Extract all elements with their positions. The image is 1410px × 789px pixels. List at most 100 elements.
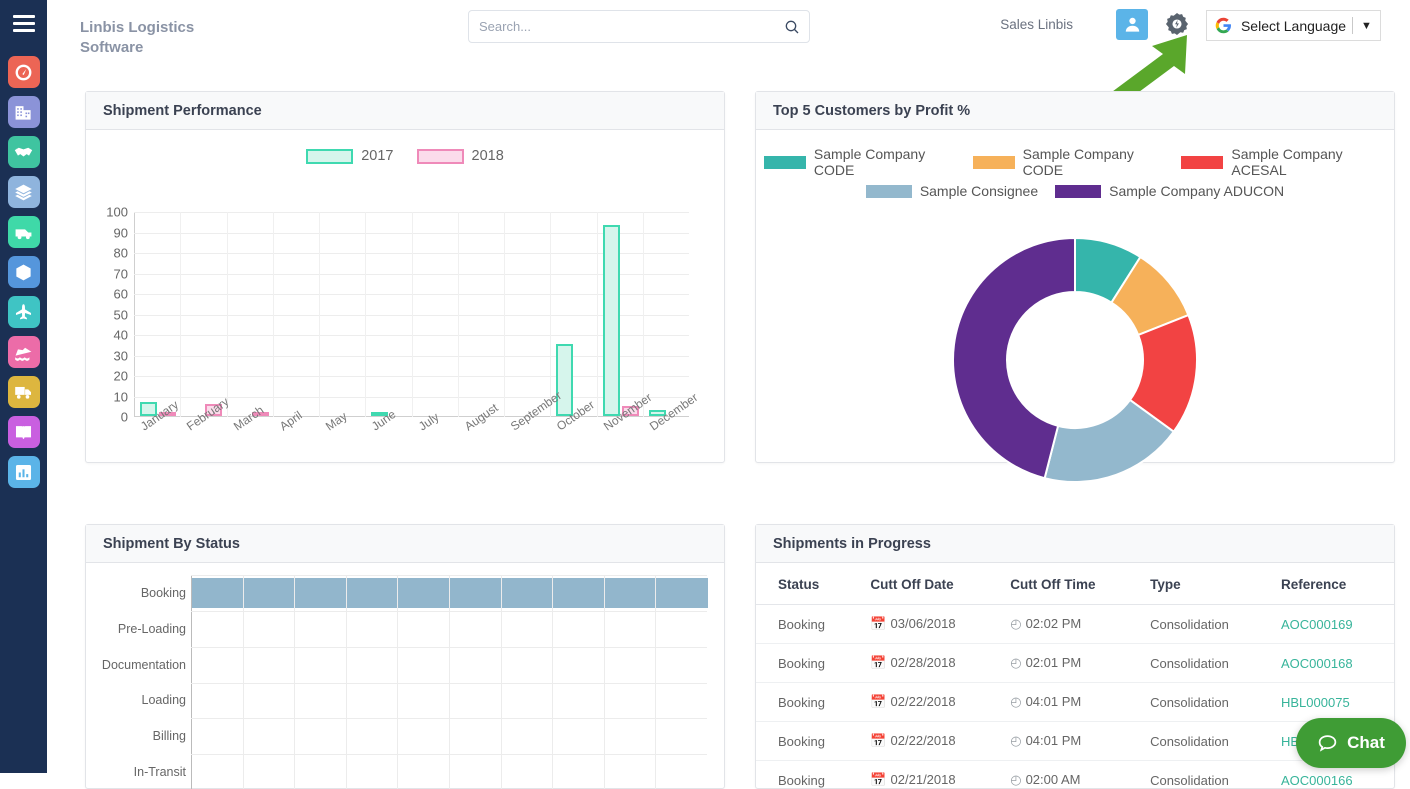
y-tick-label: 0 <box>121 410 128 425</box>
cell-status: Booking <box>756 761 862 789</box>
layers-icon[interactable] <box>8 176 40 208</box>
header: Linbis Logistics Software Sales Linbis <box>47 0 1410 56</box>
reference-link[interactable]: HBL000075 <box>1281 695 1350 710</box>
legend-swatch <box>866 185 912 198</box>
plot-area: BookingPre-LoadingDocumentationLoadingBi… <box>86 575 724 789</box>
bars-area <box>191 575 707 789</box>
panel-shipment-by-status: Shipment By Status BookingPre-LoadingDoc… <box>85 524 725 789</box>
table-row[interactable]: Booking📅03/06/2018◴02:02 PMConsolidation… <box>756 605 1394 644</box>
bar-chart-icon[interactable] <box>8 456 40 488</box>
y-tick-label: 80 <box>114 246 128 261</box>
clock-icon: ◴ <box>1010 655 1021 671</box>
legend-item[interactable]: 2017 <box>306 148 393 164</box>
clock-icon: ◴ <box>1010 694 1021 710</box>
bar[interactable] <box>192 578 708 608</box>
legend-label: 2018 <box>472 148 504 164</box>
table-column-header: Reference <box>1273 563 1394 605</box>
search-icon[interactable] <box>775 19 809 35</box>
cell-cutt-off-time: ◴02:02 PM <box>1002 605 1142 644</box>
cell-cutt-off-date: 📅02/22/2018 <box>862 683 1002 722</box>
panel-title: Shipment Performance <box>86 92 724 130</box>
table-row[interactable]: Booking📅02/21/2018◴02:00 AMConsolidation… <box>756 761 1394 789</box>
table-row[interactable]: Booking📅02/28/2018◴02:01 PMConsolidation… <box>756 644 1394 683</box>
dashboard-gauge-icon[interactable] <box>8 56 40 88</box>
calendar-icon: 📅 <box>870 655 886 671</box>
legend-swatch <box>417 149 464 164</box>
legend-label: Sample Company CODE <box>814 146 956 178</box>
language-selector[interactable]: Select Language ▼ <box>1206 10 1381 41</box>
cell-reference: AOC000169 <box>1273 605 1394 644</box>
cell-type: Consolidation <box>1142 605 1273 644</box>
panel-title: Top 5 Customers by Profit % <box>756 92 1394 130</box>
user-avatar-icon[interactable] <box>1116 9 1148 40</box>
sidebar <box>0 0 47 773</box>
company-building-icon[interactable] <box>8 96 40 128</box>
google-g-icon <box>1211 17 1235 34</box>
chat-button[interactable]: Chat <box>1296 718 1406 768</box>
ship-icon[interactable] <box>8 336 40 368</box>
chat-bubble-icon <box>1317 733 1338 754</box>
panel-title: Shipments in Progress <box>756 525 1394 563</box>
legend-item[interactable]: Sample Company ADUCON <box>1055 183 1284 199</box>
bar[interactable] <box>603 225 620 416</box>
donut-chart-top-customers: Sample Company CODE Sample Company CODE Sa… <box>756 130 1394 463</box>
legend-swatch <box>1055 185 1101 198</box>
calendar-icon: 📅 <box>870 694 886 710</box>
chevron-down-icon[interactable]: ▼ <box>1353 20 1380 32</box>
category-label: Billing <box>153 729 186 743</box>
cell-status: Booking <box>756 605 862 644</box>
gridline-vertical <box>504 212 505 417</box>
truck-icon[interactable] <box>8 376 40 408</box>
gridline-vertical <box>294 575 295 789</box>
reference-link[interactable]: AOC000169 <box>1281 617 1353 632</box>
gridline-vertical <box>273 212 274 417</box>
cell-cutt-off-date: 📅02/22/2018 <box>862 722 1002 761</box>
legend-item[interactable]: Sample Company CODE <box>973 146 1165 178</box>
legend-label: Sample Company ADUCON <box>1109 183 1284 199</box>
legend-item[interactable]: Sample Consignee <box>866 183 1038 199</box>
gridline-vertical <box>227 212 228 417</box>
sidebar-icon-list <box>0 47 47 488</box>
legend-item[interactable]: Sample Company CODE <box>764 146 956 178</box>
legend-item[interactable]: 2018 <box>417 148 504 164</box>
y-tick-label: 60 <box>114 287 128 302</box>
search-input[interactable] <box>469 19 775 34</box>
cell-cutt-off-time: ◴02:01 PM <box>1002 644 1142 683</box>
bar[interactable] <box>556 344 573 416</box>
calendar-icon: 📅 <box>870 616 886 632</box>
category-label: Pre-Loading <box>118 622 186 636</box>
legend-label: Sample Company CODE <box>1023 146 1165 178</box>
clock-icon: ◴ <box>1010 772 1021 788</box>
gridline-vertical <box>550 212 551 417</box>
cell-reference: AOC000168 <box>1273 644 1394 683</box>
handshake-icon[interactable] <box>8 136 40 168</box>
legend-item[interactable]: Sample Company ACESAL <box>1181 146 1386 178</box>
table-column-header: Cutt Off Time <box>1002 563 1142 605</box>
y-tick-label: 90 <box>114 225 128 240</box>
hamburger-icon[interactable] <box>0 0 47 47</box>
cell-type: Consolidation <box>1142 722 1273 761</box>
category-label: In-Transit <box>134 765 186 779</box>
table-column-header: Cutt Off Date <box>862 563 1002 605</box>
airplane-icon[interactable] <box>8 296 40 328</box>
van-icon[interactable] <box>8 216 40 248</box>
reference-link[interactable]: AOC000168 <box>1281 656 1353 671</box>
y-tick-label: 40 <box>114 328 128 343</box>
gridline-vertical <box>180 212 181 417</box>
search-box[interactable] <box>468 10 810 43</box>
cell-status: Booking <box>756 683 862 722</box>
book-icon[interactable] <box>8 416 40 448</box>
panel-title: Shipment By Status <box>86 525 724 563</box>
y-tick-label: 50 <box>114 307 128 322</box>
reference-link[interactable]: AOC000166 <box>1281 773 1353 788</box>
y-axis-labels: BookingPre-LoadingDocumentationLoadingBi… <box>86 575 186 789</box>
y-tick-label: 70 <box>114 266 128 281</box>
cell-cutt-off-date: 📅02/28/2018 <box>862 644 1002 683</box>
gear-icon[interactable] <box>1164 11 1190 37</box>
box-3d-icon[interactable] <box>8 256 40 288</box>
legend-label: Sample Consignee <box>920 183 1038 199</box>
plot-area <box>134 212 689 417</box>
table-row[interactable]: Booking📅02/22/2018◴04:01 PMConsolidation… <box>756 683 1394 722</box>
legend-swatch <box>764 156 806 169</box>
page-title: Linbis Logistics Software <box>80 18 260 58</box>
